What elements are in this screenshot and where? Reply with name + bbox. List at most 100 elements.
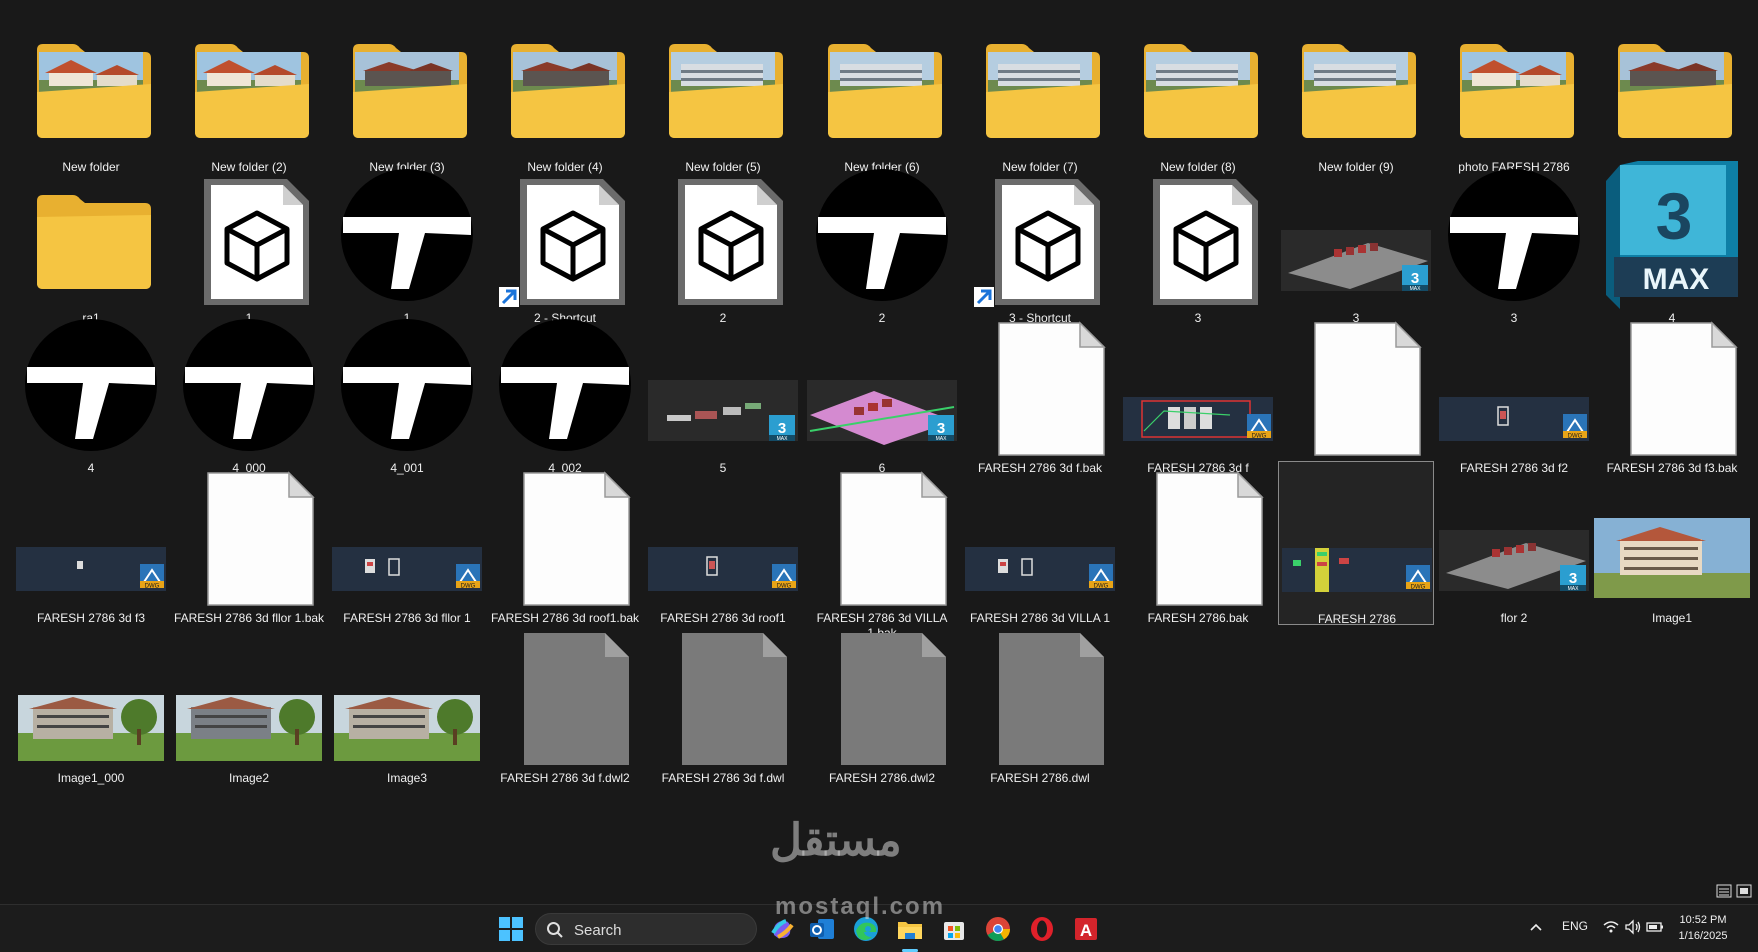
desktop-item[interactable]: FARESH 2786 3d f3.bak xyxy=(1594,311,1750,475)
desktop-item[interactable]: Image1_000 xyxy=(13,621,169,785)
desktop-item[interactable]: FARESH 2786 3d f.dwl xyxy=(645,621,801,785)
lock-file-icon xyxy=(524,633,629,765)
desktop-item-icon: DWG xyxy=(645,461,801,609)
svg-text:MAX: MAX xyxy=(777,436,789,442)
desktop-item-icon xyxy=(1594,311,1750,459)
language-indicator[interactable]: ENG xyxy=(1562,919,1588,933)
desktop-item[interactable]: New folder (4) xyxy=(487,10,643,174)
desktop-item[interactable]: 4_001 xyxy=(329,311,485,475)
autocad-drawing-thumbnail: DWG xyxy=(332,547,482,591)
clock-date: 1/16/2025 xyxy=(1678,930,1728,942)
autocad-icon[interactable]: A xyxy=(1070,913,1102,945)
clock[interactable]: 10:52 PM 1/16/2025 xyxy=(1660,912,1746,944)
wifi-icon[interactable] xyxy=(1602,918,1620,936)
volume-icon[interactable] xyxy=(1624,918,1642,936)
desktop-item-icon xyxy=(645,161,801,309)
desktop-item[interactable]: Image1 xyxy=(1594,461,1750,625)
t-logo-icon xyxy=(341,169,473,301)
desktop-item-label: FARESH 2786 xyxy=(1317,612,1397,626)
desktop-item[interactable]: FARESH 2786 3d roof1.bak xyxy=(487,461,643,625)
desktop-item[interactable]: DWG FARESH 2786 3d f2 xyxy=(1436,311,1592,475)
chevron-up-icon[interactable] xyxy=(1528,919,1544,935)
folder-icon xyxy=(1302,44,1416,138)
desktop-item-icon xyxy=(487,621,643,769)
svg-text:DWG: DWG xyxy=(1411,585,1426,591)
desktop-item[interactable]: 2 xyxy=(645,161,801,325)
desktop-item[interactable]: 4 xyxy=(13,311,169,475)
desktop-item[interactable]: 3 MAX 6 xyxy=(804,311,960,475)
desktop-item[interactable]: 4_000 xyxy=(171,311,327,475)
desktop-item-icon xyxy=(645,621,801,769)
desktop-item[interactable]: New folder (5) xyxy=(645,10,801,174)
desktop-item[interactable]: Image3 xyxy=(329,621,485,785)
svg-text:A: A xyxy=(1080,921,1092,940)
desktop-item[interactable]: RA xyxy=(1594,10,1750,174)
start-icon[interactable] xyxy=(495,913,527,945)
desktop-item-icon xyxy=(171,311,327,459)
desktop-item[interactable]: FARESH 2786.dwl2 xyxy=(804,621,960,785)
desktop-item[interactable]: New folder (9) xyxy=(1278,10,1434,174)
desktop-item[interactable]: 3 MAX flor 2 xyxy=(1436,461,1592,625)
desktop-item[interactable]: New folder (7) xyxy=(962,10,1118,174)
svg-text:3: 3 xyxy=(778,420,786,437)
watermark-latin: mostaql.com xyxy=(775,893,946,920)
desktop-item[interactable]: 2 xyxy=(804,161,960,325)
search-label: Search xyxy=(574,922,622,939)
desktop-item-icon xyxy=(1594,461,1750,609)
desktop-item[interactable]: FARESH 2786 3d fllor 1.bak xyxy=(171,461,327,625)
desktop-item[interactable]: Image2 xyxy=(171,621,327,785)
svg-text:DWG: DWG xyxy=(1568,434,1583,440)
folder-icon xyxy=(669,44,783,138)
desktop-item[interactable]: 3 xyxy=(1436,161,1592,325)
desktop-item[interactable]: 4_002 xyxy=(487,311,643,475)
taskbar-search-box[interactable]: Search xyxy=(535,913,757,945)
desktop-item[interactable]: 3 - Shortcut xyxy=(962,161,1118,325)
desktop-item[interactable]: photo FARESH 2786 xyxy=(1436,10,1592,174)
details-view-button[interactable] xyxy=(1716,883,1732,899)
chrome-icon[interactable] xyxy=(982,913,1014,945)
desktop-item[interactable]: New folder (8) xyxy=(1120,10,1276,174)
desktop-item[interactable]: 3 MAX 5 xyxy=(645,311,801,475)
desktop-item-label: FARESH 2786 3d f.dwl xyxy=(661,771,785,785)
desktop-item[interactable]: FARESH 2786 3d VILLA 1.bak xyxy=(804,461,960,640)
desktop-item[interactable]: DWG FARESH 2786 3d fllor 1 xyxy=(329,461,485,625)
desktop-item-icon xyxy=(1278,311,1434,459)
desktop-item[interactable]: DWG FARESH 2786 3d f xyxy=(1120,311,1276,475)
desktop-item-label: FARESH 2786.dwl2 xyxy=(828,771,936,785)
autocad-drawing-thumbnail: DWG xyxy=(1123,397,1273,441)
desktop-item[interactable]: 3 MAX 4 xyxy=(1594,161,1750,325)
desktop-item[interactable]: 1 xyxy=(171,161,327,325)
folder-icon xyxy=(1144,44,1258,138)
desktop-item[interactable]: FARESH 2786 3d f.bak xyxy=(962,311,1118,475)
desktop-item-icon xyxy=(329,621,485,769)
t-logo-icon xyxy=(1448,169,1580,301)
desktop-item[interactable]: FARESH 2786 3d f.dwl2 xyxy=(487,621,643,785)
opera-icon[interactable] xyxy=(1026,913,1058,945)
svg-text:MAX: MAX xyxy=(936,436,948,442)
desktop-item[interactable]: DWG FARESH 2786 xyxy=(1278,461,1434,626)
desktop-item[interactable]: 3 MAX 3 xyxy=(1278,161,1434,325)
large-icons-view-button[interactable] xyxy=(1736,883,1752,899)
desktop-item-icon xyxy=(645,10,801,158)
desktop-item[interactable]: New folder (3) xyxy=(329,10,485,174)
desktop-item[interactable]: 2 - Shortcut xyxy=(487,161,643,325)
desktop-item-icon xyxy=(171,461,327,609)
desktop-item-icon xyxy=(804,621,960,769)
desktop-item[interactable]: New folder (2) xyxy=(171,10,327,174)
desktop-item[interactable]: DWG FARESH 2786 3d f3 xyxy=(13,461,169,625)
desktop-item[interactable]: 1 xyxy=(329,161,485,325)
desktop-item[interactable]: FARESH 2786.dwl xyxy=(962,621,1118,785)
desktop-item-icon xyxy=(329,10,485,158)
svg-text:DWG: DWG xyxy=(777,584,792,590)
desktop-item[interactable]: FARESH 2786 3d f2.bak xyxy=(1278,311,1434,475)
t-logo-icon xyxy=(341,319,473,451)
desktop-item[interactable]: New folder (6) xyxy=(804,10,960,174)
desktop-item[interactable]: DWG FARESH 2786 3d VILLA 1 xyxy=(962,461,1118,625)
desktop-item[interactable]: 3 xyxy=(1120,161,1276,325)
desktop-item[interactable]: DWG FARESH 2786 3d roof1 xyxy=(645,461,801,625)
desktop-item[interactable]: New folder xyxy=(13,10,169,174)
desktop-item[interactable]: ra1 xyxy=(13,161,169,325)
desktop-item[interactable]: FARESH 2786.bak xyxy=(1120,461,1276,625)
desktop-item-icon xyxy=(487,161,643,309)
svg-text:DWG: DWG xyxy=(145,584,160,590)
